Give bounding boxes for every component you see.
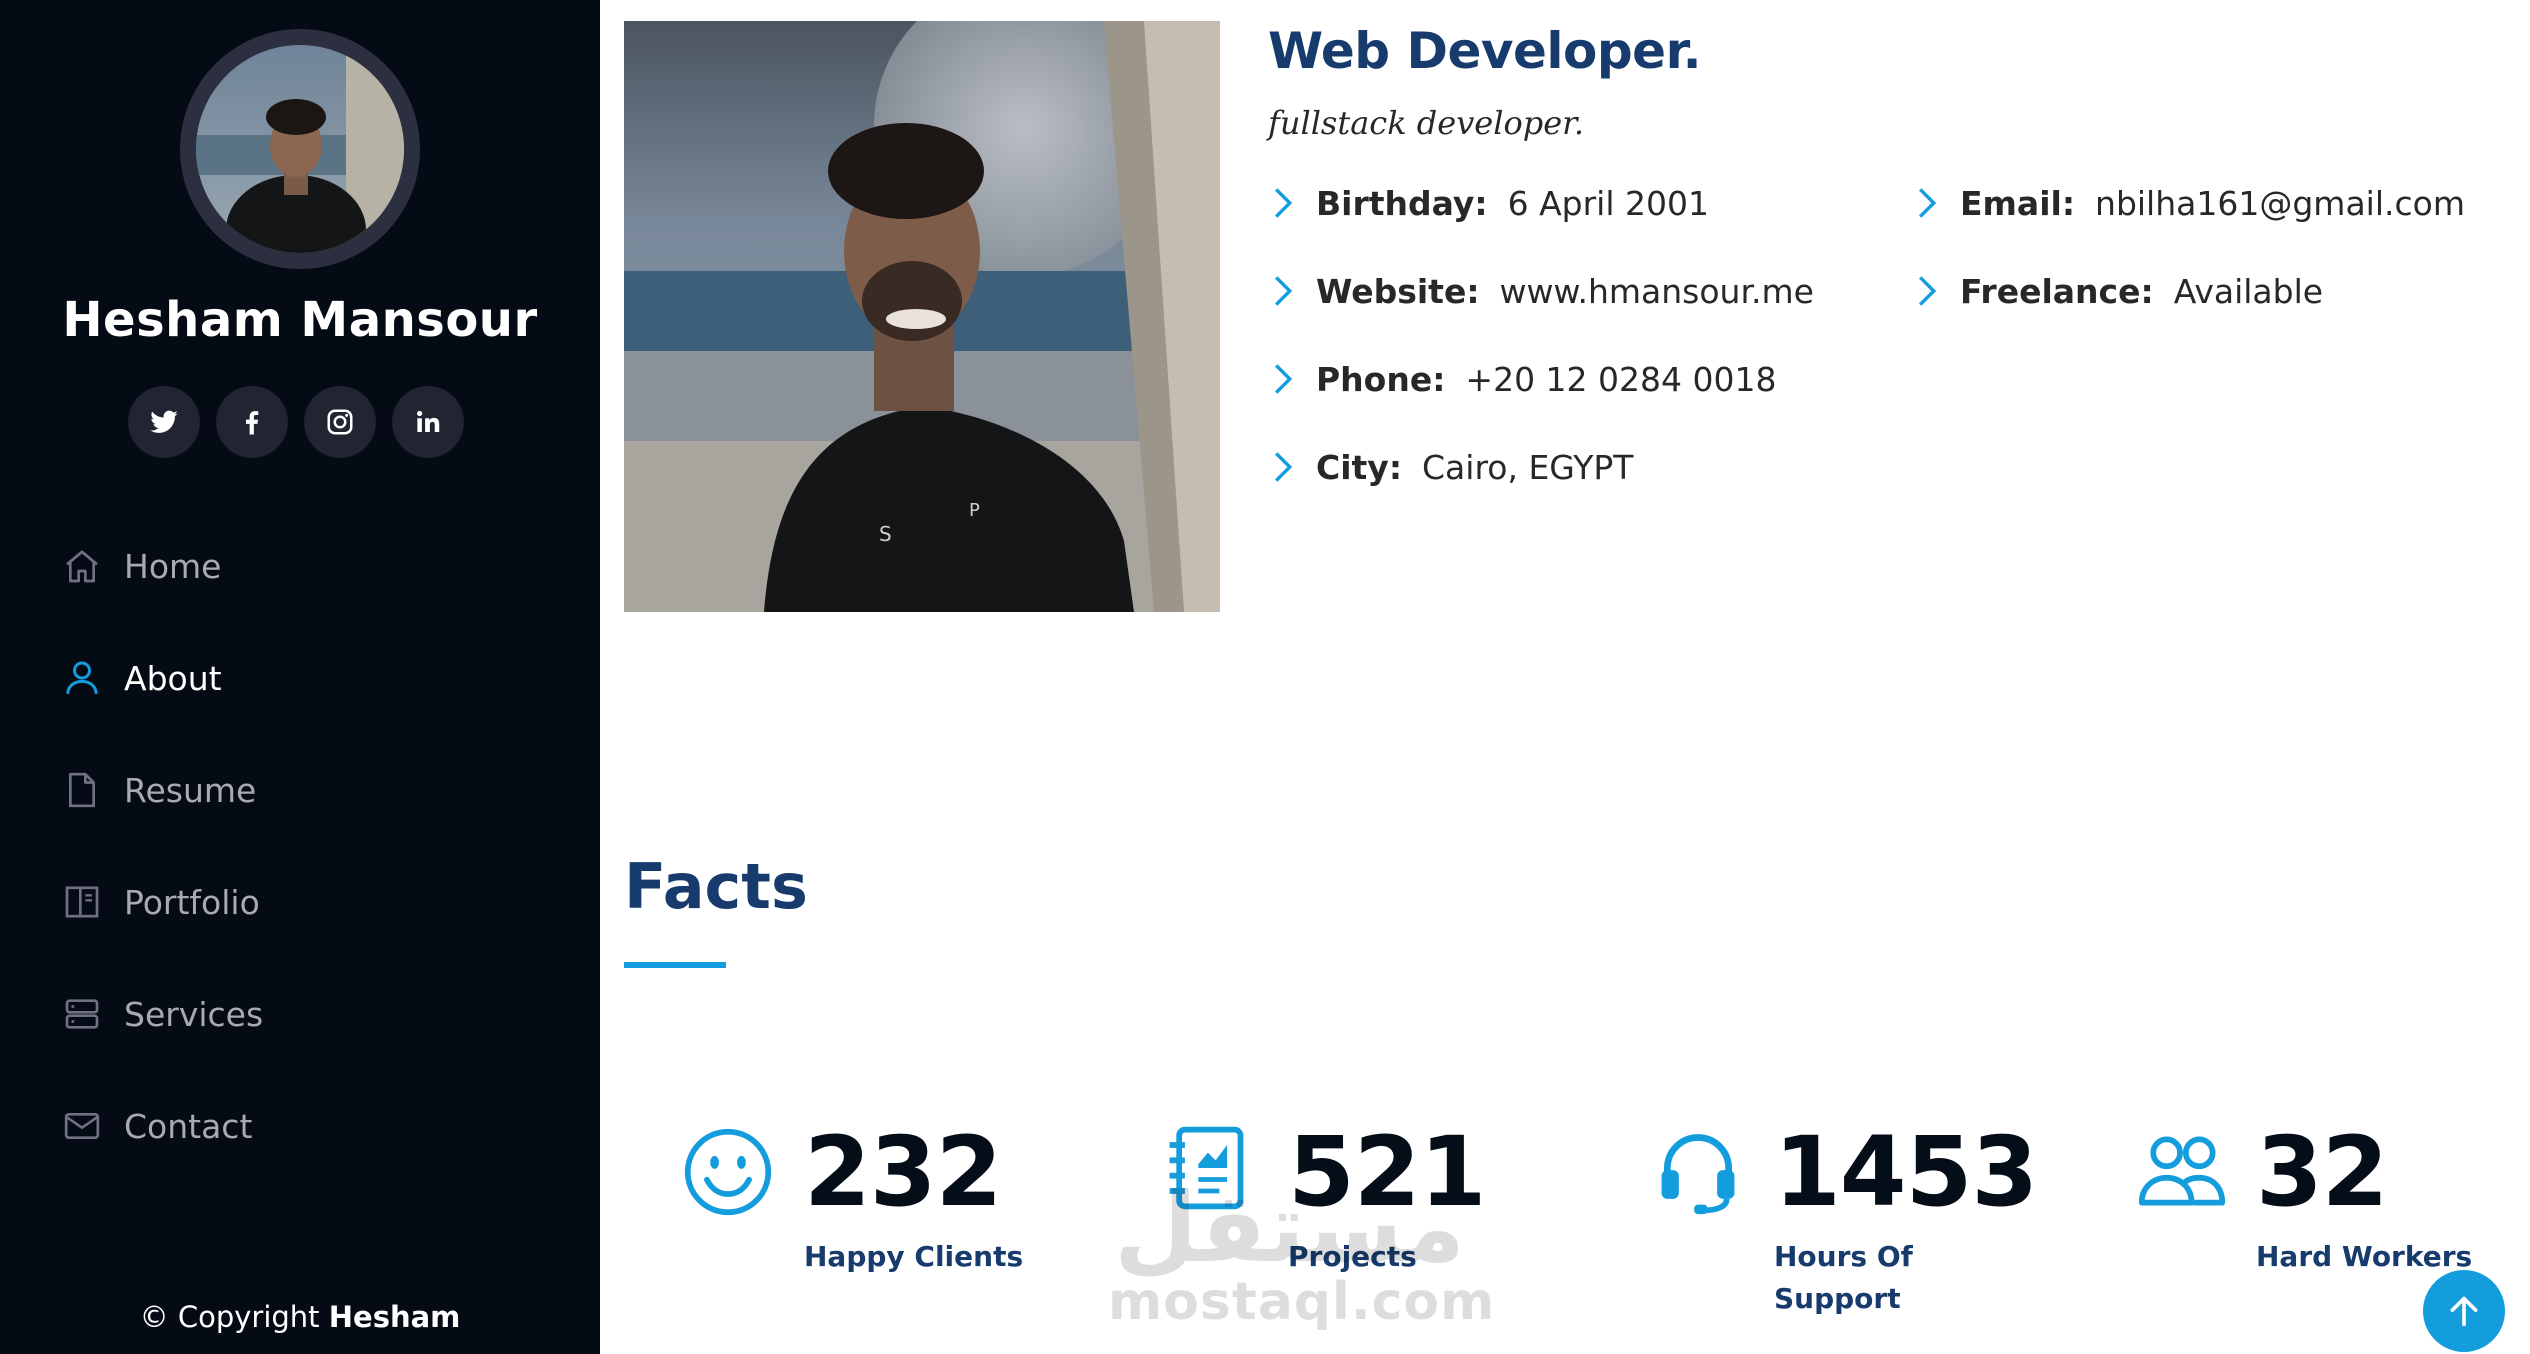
info-city-key: City: — [1316, 447, 1403, 487]
people-icon — [2138, 1136, 2226, 1206]
nav-resume[interactable]: Resume — [60, 760, 256, 820]
svg-text:S: S — [879, 522, 892, 546]
sidebar: Hesham Mansour Home About Resume Portfol… — [0, 0, 600, 1354]
info-email: Email: nbilha161@gmail.com — [1916, 178, 2465, 228]
info-birthday-value: 6 April 2001 — [1507, 183, 1709, 223]
nav-contact[interactable]: Contact — [60, 1096, 252, 1156]
nav-portfolio-label: Portfolio — [124, 882, 260, 922]
server-icon — [60, 992, 104, 1036]
copyright: © Copyright Hesham — [0, 1300, 600, 1334]
profile-photo: S P — [624, 21, 1220, 612]
svg-text:P: P — [969, 500, 980, 521]
nav-home-label: Home — [124, 546, 222, 586]
facebook-icon — [246, 411, 259, 435]
twitter-icon — [150, 410, 178, 433]
info-website: Website: www.hmansour.me — [1272, 266, 1814, 316]
facebook-link[interactable] — [216, 386, 288, 458]
profile-avatar-frame — [180, 29, 420, 269]
info-phone-value: +20 12 0284 0018 — [1465, 359, 1777, 399]
envelope-icon — [60, 1104, 104, 1148]
nav-resume-label: Resume — [124, 770, 257, 810]
counter-happy-clients-value: 232 — [804, 1116, 1002, 1228]
info-city: City: Cairo, EGYPT — [1272, 442, 1633, 492]
back-to-top-button[interactable] — [2423, 1270, 2505, 1352]
nav-portfolio[interactable]: Portfolio — [60, 872, 260, 932]
info-phone: Phone: +20 12 0284 0018 — [1272, 354, 1777, 404]
chevron-right-icon — [1272, 447, 1302, 487]
info-website-key: Website: — [1316, 271, 1480, 311]
watermark-latin: mostaql.com — [1108, 1272, 1496, 1332]
home-icon — [60, 544, 104, 588]
arrow-up-icon — [2450, 1296, 2478, 1327]
nav-contact-label: Contact — [124, 1106, 253, 1146]
nav-about-label: About — [124, 658, 222, 698]
headset-icon — [1661, 1134, 1735, 1215]
smiley-icon — [684, 1128, 772, 1216]
counter-happy-clients-label: Happy Clients — [804, 1240, 1024, 1273]
nav-services-label: Services — [124, 994, 264, 1034]
book-icon — [60, 880, 104, 924]
counter-hard-workers-value: 32 — [2256, 1116, 2389, 1228]
info-birthday: Birthday: 6 April 2001 — [1272, 178, 1709, 228]
watermark-arabic: مستقل — [1114, 1172, 1466, 1284]
copyright-prefix: © Copyright — [139, 1300, 320, 1334]
twitter-link[interactable] — [128, 386, 200, 458]
about-subtitle: fullstack developer. — [1268, 104, 1585, 142]
info-email-value: nbilha161@gmail.com — [2095, 183, 2465, 223]
nav-about[interactable]: About — [60, 648, 222, 708]
copyright-name: Hesham — [328, 1300, 461, 1334]
file-icon — [60, 768, 104, 812]
nav-home[interactable]: Home — [60, 536, 221, 596]
info-freelance: Freelance: Available — [1916, 266, 2323, 316]
info-phone-key: Phone: — [1316, 359, 1446, 399]
mostaql-watermark: مستقل mostaql.com — [1108, 1172, 1494, 1332]
chevron-right-icon — [1272, 183, 1302, 223]
chevron-right-icon — [1272, 359, 1302, 399]
nav-services[interactable]: Services — [60, 984, 263, 1044]
profile-name: Hesham Mansour — [62, 292, 538, 348]
info-freelance-key: Freelance: — [1960, 271, 2154, 311]
counter-hard-workers-label: Hard Workers — [2256, 1240, 2473, 1273]
info-city-value: Cairo, EGYPT — [1422, 447, 1634, 487]
instagram-link[interactable] — [304, 386, 376, 458]
info-birthday-key: Birthday: — [1316, 183, 1488, 223]
info-website-value: www.hmansour.me — [1499, 271, 1814, 311]
about-title: Web Developer. — [1268, 22, 1702, 80]
info-email-key: Email: — [1960, 183, 2076, 223]
chevron-right-icon — [1916, 271, 1946, 311]
facts-title: Facts — [624, 850, 808, 923]
counter-support-hours-value: 1453 — [1774, 1116, 2038, 1228]
facts-title-underline — [624, 962, 726, 968]
chevron-right-icon — [1916, 183, 1946, 223]
person-icon — [60, 656, 104, 700]
info-freelance-value: Available — [2173, 271, 2324, 311]
profile-avatar — [196, 45, 404, 253]
chevron-right-icon — [1272, 271, 1302, 311]
instagram-icon — [327, 409, 353, 435]
counter-support-hours-label: Hours Of Support — [1774, 1240, 1913, 1315]
linkedin-icon — [417, 410, 440, 432]
linkedin-link[interactable] — [392, 386, 464, 458]
